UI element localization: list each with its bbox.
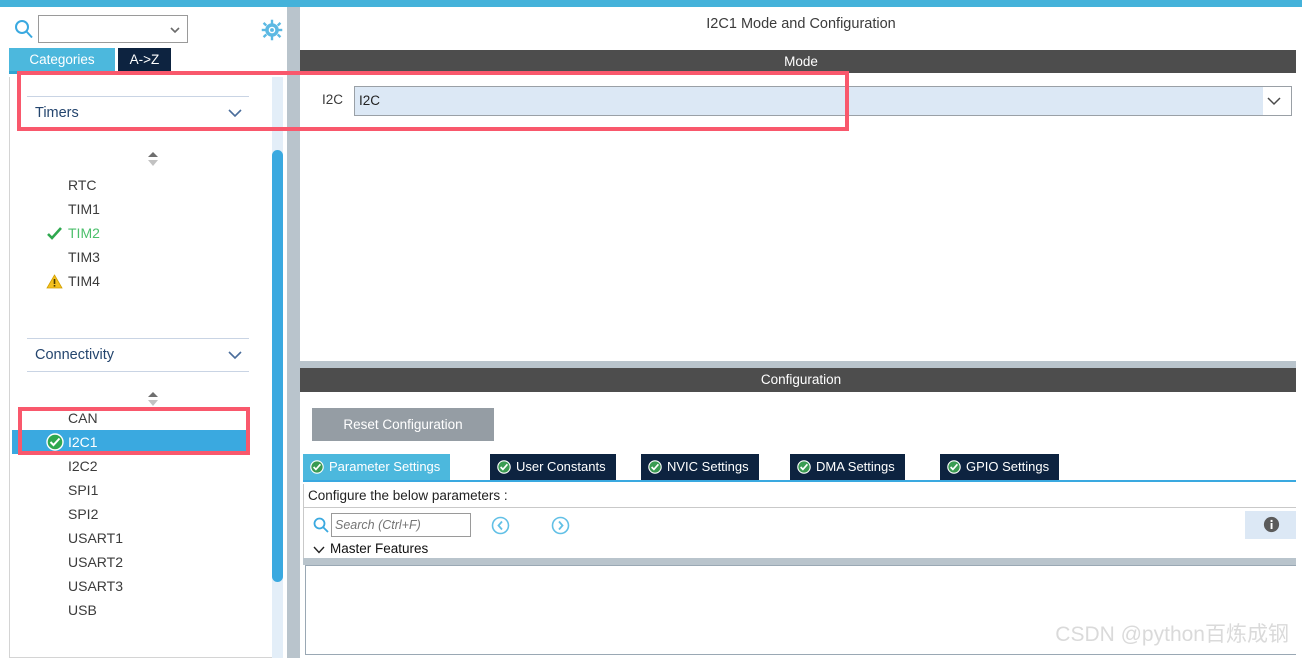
tree-item-label: RTC xyxy=(68,177,97,193)
tree-item-tim1[interactable]: TIM1 xyxy=(10,197,242,221)
tree-item-label: SPI2 xyxy=(68,506,99,522)
reset-configuration-button[interactable]: Reset Configuration xyxy=(312,408,494,441)
tab-label: GPIO Settings xyxy=(966,459,1050,474)
search-icon xyxy=(15,20,33,39)
tree-item-label: SPI1 xyxy=(68,482,99,498)
check-circle-icon xyxy=(497,460,511,474)
tree-item-label: USART2 xyxy=(68,554,123,570)
tab-nvic-settings[interactable]: NVIC Settings xyxy=(641,454,759,480)
tree-item-tim3[interactable]: TIM3 xyxy=(10,245,242,269)
configure-parameters-note: Configure the below parameters : xyxy=(303,484,1299,508)
tree-item-usart1[interactable]: USART1 xyxy=(10,526,242,550)
tab-label: User Constants xyxy=(516,459,606,474)
next-match-icon[interactable] xyxy=(551,516,570,535)
sidebar-scrollbar-thumb[interactable] xyxy=(272,150,283,582)
tree-item-label: TIM3 xyxy=(68,249,100,265)
sidebar-search-row xyxy=(0,7,288,47)
tab-label: NVIC Settings xyxy=(667,459,749,474)
check-circle-icon xyxy=(310,460,324,474)
tab-label: Parameter Settings xyxy=(329,459,441,474)
highlight-box-i2c1 xyxy=(18,407,250,455)
chevron-down-icon[interactable] xyxy=(313,546,325,554)
section-divider xyxy=(300,361,1302,368)
tab-label: DMA Settings xyxy=(816,459,895,474)
tree-group-label: Connectivity xyxy=(35,347,114,363)
gear-icon[interactable] xyxy=(261,19,283,41)
tree-item-usb[interactable]: USB xyxy=(10,598,242,622)
check-circle-icon xyxy=(797,460,811,474)
tree-item-label: I2C2 xyxy=(68,458,98,474)
tree-item-rtc[interactable]: RTC xyxy=(10,173,242,197)
chevron-down-icon[interactable] xyxy=(1266,96,1282,106)
tab-user-constants[interactable]: User Constants xyxy=(490,454,616,480)
tree-item-tim2[interactable]: TIM2 xyxy=(10,221,242,245)
tab-gpio-settings[interactable]: GPIO Settings xyxy=(940,454,1060,480)
configuration-section-header: Configuration xyxy=(300,368,1302,392)
tree-item-spi1[interactable]: SPI1 xyxy=(10,478,242,502)
tab-a-to-z[interactable]: A->Z xyxy=(118,48,171,72)
tree-item-label: USART1 xyxy=(68,530,123,546)
sidebar-tabs: Categories A->Z xyxy=(0,48,288,72)
search-input[interactable] xyxy=(332,514,468,536)
sidebar-search-box[interactable] xyxy=(38,15,188,43)
parameter-scroll-divider xyxy=(303,558,1299,565)
parameter-search-box[interactable] xyxy=(331,513,471,537)
right-edge xyxy=(1296,7,1302,658)
tree-item-label: USART3 xyxy=(68,578,123,594)
tree-item-label: USB xyxy=(68,602,97,618)
previous-match-icon[interactable] xyxy=(491,516,510,535)
tree-item-spi2[interactable]: SPI2 xyxy=(10,502,242,526)
tree-item-usart2[interactable]: USART2 xyxy=(10,550,242,574)
tree-item-label: TIM4 xyxy=(68,273,100,289)
warning-icon xyxy=(46,274,63,289)
configuration-tabstrip-underline xyxy=(303,480,1299,482)
app-root: Categories A->Z Timers RTC TIM1 TIM2 TIM… xyxy=(0,0,1302,658)
mode-section-header: Mode xyxy=(300,50,1302,73)
tree-item-tim4[interactable]: TIM4 xyxy=(10,269,242,293)
peripheral-tree-panel: Timers RTC TIM1 TIM2 TIM3 TIM4 Connectiv… xyxy=(9,77,283,658)
sort-indicator-icon[interactable] xyxy=(146,391,160,407)
watermark-text: CSDN @python百炼成钢 xyxy=(1055,623,1289,646)
tab-parameter-settings[interactable]: Parameter Settings xyxy=(303,454,451,480)
highlight-box-mode xyxy=(17,71,849,131)
parameter-search-row xyxy=(303,508,1299,542)
tree-item-i2c2[interactable]: I2C2 xyxy=(10,454,242,478)
chevron-down-icon[interactable] xyxy=(168,23,182,37)
chevron-down-icon[interactable] xyxy=(227,350,243,360)
tree-item-usart3[interactable]: USART3 xyxy=(10,574,242,598)
parameter-group-master-features[interactable]: Master Features xyxy=(303,542,1299,558)
check-icon xyxy=(47,227,62,240)
tree-item-label: TIM2 xyxy=(68,225,100,241)
search-input[interactable] xyxy=(39,16,165,42)
tree-item-label: TIM1 xyxy=(68,201,100,217)
info-icon[interactable] xyxy=(1263,516,1280,533)
parameter-group-label: Master Features xyxy=(330,542,429,556)
sort-indicator-icon[interactable] xyxy=(146,151,160,167)
configuration-section-body: Reset Configuration Parameter Settings U… xyxy=(300,392,1302,658)
parameter-list-area: CSDN @python百炼成钢 xyxy=(305,565,1298,655)
check-circle-icon xyxy=(947,460,961,474)
tab-categories[interactable]: Categories xyxy=(9,48,115,72)
check-circle-icon xyxy=(648,460,662,474)
search-icon xyxy=(313,517,329,533)
info-chip[interactable] xyxy=(1245,511,1297,539)
tab-dma-settings[interactable]: DMA Settings xyxy=(790,454,905,480)
tree-group-connectivity[interactable]: Connectivity xyxy=(27,338,249,372)
page-title: I2C1 Mode and Configuration xyxy=(706,16,896,32)
top-accent-strip xyxy=(0,0,1302,7)
